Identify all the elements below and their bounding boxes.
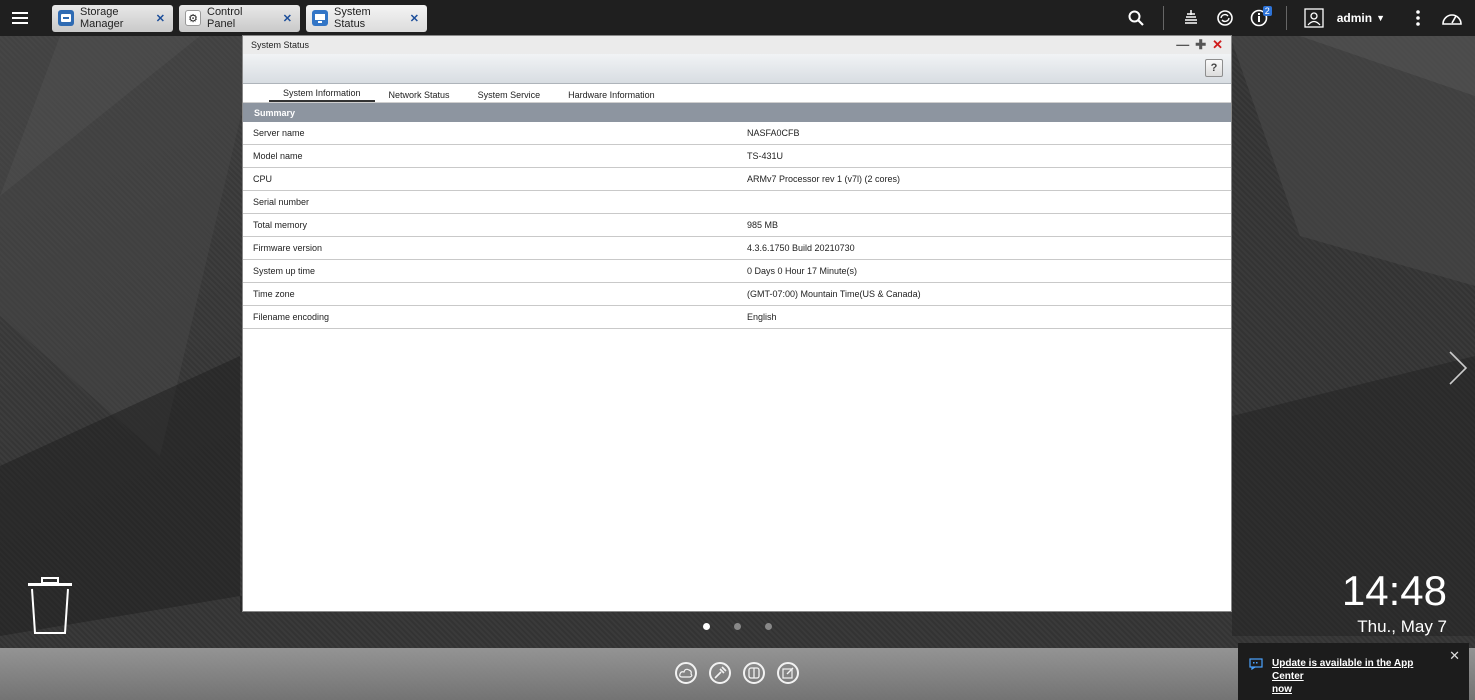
row-value: 985 MB	[747, 220, 779, 230]
info-table: Server name NASFA0CFB Model name TS-431U CPU…	[243, 122, 1231, 329]
divider	[1285, 6, 1287, 30]
hamburger-icon	[12, 12, 28, 24]
row-label: Filename encoding	[253, 312, 330, 322]
page-dot-1[interactable]	[703, 623, 710, 630]
desktop-clock: 14:48 Thu., May 7	[1342, 566, 1447, 638]
desktop-page-indicator	[703, 623, 772, 630]
search-button[interactable]	[1119, 0, 1153, 36]
update-link-text: now	[1272, 684, 1292, 695]
row-value: NASFA0CFB	[747, 128, 800, 138]
trash-icon	[28, 577, 72, 634]
table-row: Serial number	[243, 191, 1231, 214]
task-tab-storage-manager[interactable]: Storage Manager ✕	[52, 4, 173, 32]
task-tab-label: System Status	[334, 6, 371, 30]
notifications-button[interactable]: 2	[1242, 0, 1276, 36]
row-value: 0 Days 0 Hour 17 Minute(s)	[747, 266, 858, 276]
tools-icon[interactable]	[709, 662, 731, 684]
more-options-button[interactable]	[1401, 0, 1435, 36]
table-row: Server name NASFA0CFB	[243, 122, 1231, 145]
vertical-dots-icon	[1416, 10, 1420, 26]
user-avatar-button[interactable]	[1297, 0, 1331, 36]
sync-icon	[1216, 10, 1233, 26]
page-dot-3[interactable]	[765, 623, 772, 630]
stack-icon	[1184, 10, 1197, 24]
window-title: System Status	[251, 40, 310, 50]
window-controls: — ✚ ✕	[1176, 37, 1223, 53]
taskbar-right-tools: 2 admin ▼	[1119, 0, 1475, 36]
external-device-button[interactable]	[1208, 0, 1242, 36]
edit-icon[interactable]	[777, 662, 799, 684]
row-label: Serial number	[253, 197, 310, 207]
row-label: Total memory	[253, 220, 308, 230]
task-tab-label: Storage Manager	[80, 6, 124, 30]
divider	[1162, 6, 1164, 30]
row-value: ARMv7 Processor rev 1 (v7l) (2 cores)	[747, 174, 901, 184]
row-label: Firmware version	[253, 243, 323, 253]
table-row: CPU ARMv7 Processor rev 1 (v7l) (2 cores)	[243, 168, 1231, 191]
cloud-icon[interactable]	[675, 662, 697, 684]
dashboard-button[interactable]	[1435, 0, 1469, 36]
task-tab-system-status[interactable]: System Status ✕	[306, 4, 427, 32]
speedometer-icon	[1442, 14, 1462, 25]
user-name: admin	[1336, 11, 1373, 25]
trash-button[interactable]	[26, 577, 74, 642]
system-status-window: System Status — ✚ ✕ ? System Information…	[242, 35, 1232, 612]
row-label: CPU	[253, 174, 273, 184]
row-label: System up time	[253, 266, 316, 276]
next-page-arrow[interactable]	[1447, 350, 1469, 391]
minimize-button[interactable]: —	[1176, 37, 1189, 53]
row-label: Server name	[253, 128, 305, 138]
update-notification: Update is available in the App Center no…	[1238, 643, 1469, 700]
help-button[interactable]: ?	[1205, 59, 1223, 77]
close-icon[interactable]: ✕	[410, 12, 419, 25]
row-value: (GMT-07:00) Mountain Time(US & Canada)	[747, 289, 921, 299]
tab-system-service[interactable]: System Service	[464, 87, 555, 102]
message-icon	[1249, 657, 1263, 675]
dock-icons	[675, 662, 799, 684]
main-menu-button[interactable]	[0, 0, 40, 36]
update-link-text: Update is available in the App Center	[1272, 658, 1414, 682]
table-row: System up time 0 Days 0 Hour 17 Minute(s)	[243, 260, 1231, 283]
background-tasks-button[interactable]	[1174, 0, 1208, 36]
search-icon	[1128, 10, 1144, 26]
table-row: Filename encoding English	[243, 306, 1231, 329]
window-toolbar: ?	[243, 54, 1231, 84]
columns-icon[interactable]	[743, 662, 765, 684]
close-icon[interactable]: ✕	[156, 12, 165, 25]
tab-bar: System Information Network Status System…	[243, 84, 1231, 103]
section-header: Summary	[243, 103, 1231, 122]
clock-time: 14:48	[1341, 567, 1447, 614]
monitor-icon	[312, 10, 328, 26]
user-menu[interactable]: admin ▼	[1337, 11, 1385, 25]
window-titlebar[interactable]: System Status — ✚ ✕	[243, 36, 1231, 54]
row-value: TS-431U	[747, 151, 784, 161]
notification-badge: 2	[1262, 6, 1272, 16]
task-tab-label: Control Panel	[207, 6, 243, 30]
close-icon[interactable]: ✕	[283, 12, 292, 25]
table-row: Model name TS-431U	[243, 145, 1231, 168]
user-icon	[1304, 8, 1324, 28]
row-label: Time zone	[253, 289, 295, 299]
table-row: Total memory 985 MB	[243, 214, 1231, 237]
page-dot-2[interactable]	[734, 623, 741, 630]
row-value: 4.3.6.1750 Build 20210730	[747, 243, 855, 253]
row-label: Model name	[253, 151, 303, 161]
chevron-right-icon	[1449, 351, 1468, 385]
gear-icon: ⚙	[185, 10, 201, 26]
close-window-button[interactable]: ✕	[1212, 37, 1223, 53]
tab-system-information[interactable]: System Information	[269, 87, 375, 102]
maximize-button[interactable]: ✚	[1195, 37, 1206, 53]
row-value: English	[747, 312, 777, 322]
close-notification-icon[interactable]: ✕	[1449, 648, 1460, 664]
storage-manager-icon	[58, 10, 74, 26]
clock-date: Thu., May 7	[1357, 617, 1447, 636]
tab-network-status[interactable]: Network Status	[375, 87, 464, 102]
tab-hardware-information[interactable]: Hardware Information	[554, 87, 669, 102]
update-link[interactable]: Update is available in the App Center no…	[1272, 657, 1439, 696]
task-tab-control-panel[interactable]: ⚙ Control Panel ✕	[179, 4, 300, 32]
table-row: Time zone (GMT-07:00) Mountain Time(US & …	[243, 283, 1231, 306]
table-row: Firmware version 4.3.6.1750 Build 2021073…	[243, 237, 1231, 260]
taskbar: Storage Manager ✕ ⚙ Control Panel ✕ Syst…	[0, 0, 1475, 36]
chevron-down-icon: ▼	[1376, 13, 1385, 23]
